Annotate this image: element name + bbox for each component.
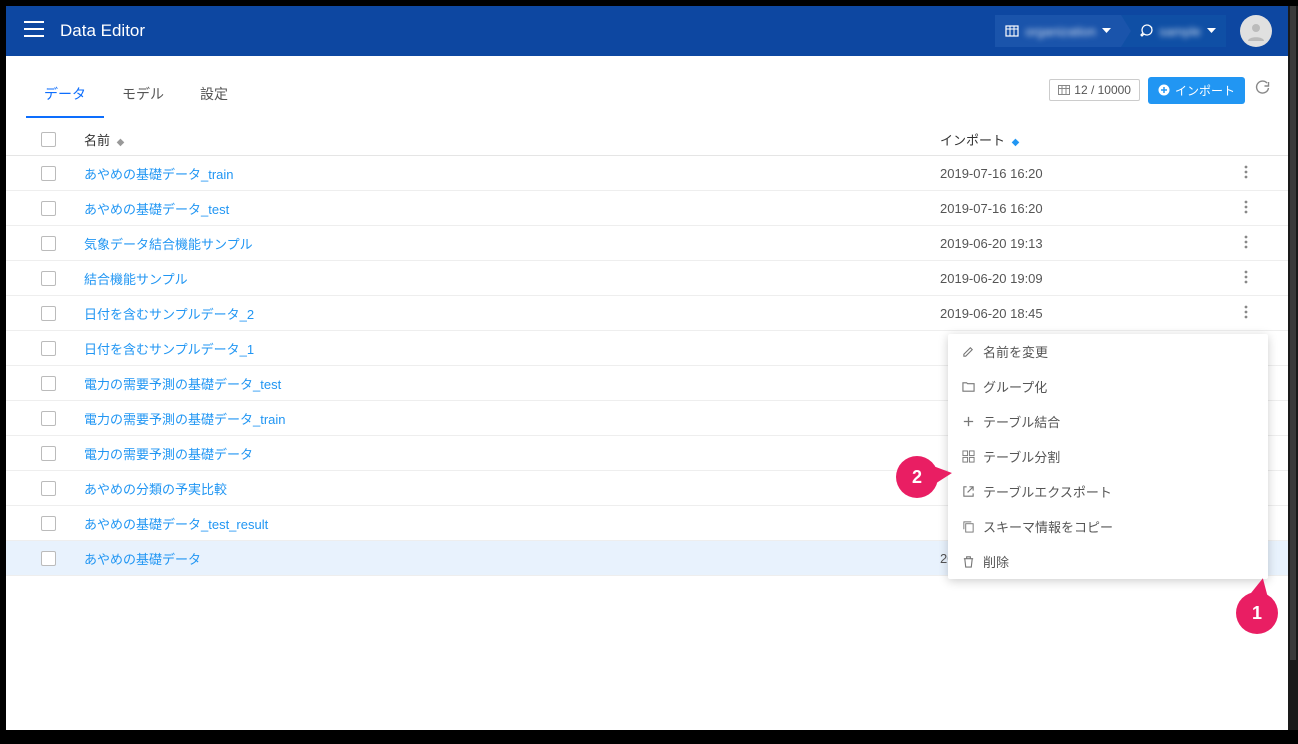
menu-item-folder[interactable]: グループ化: [948, 369, 1268, 404]
select-all-checkbox[interactable]: [41, 132, 56, 147]
row-context-menu: 名前を変更グループ化テーブル結合テーブル分割テーブルエクスポートスキーマ情報をコ…: [948, 334, 1268, 579]
row-checkbox[interactable]: [41, 411, 56, 426]
row-checkbox[interactable]: [41, 446, 56, 461]
row-more-icon[interactable]: [1240, 303, 1252, 326]
row-checkbox[interactable]: [41, 201, 56, 216]
row-checkbox[interactable]: [41, 306, 56, 321]
row-checkbox[interactable]: [41, 481, 56, 496]
user-avatar[interactable]: [1240, 15, 1272, 47]
row-name-link[interactable]: あやめの基礎データ_train: [84, 167, 234, 182]
row-import-date: 2019-06-20 19:13: [940, 236, 1240, 251]
menu-item-plus[interactable]: テーブル結合: [948, 404, 1268, 439]
row-name-link[interactable]: 結合機能サンプル: [84, 272, 188, 287]
page-title: Data Editor: [60, 21, 145, 41]
row-checkbox[interactable]: [41, 516, 56, 531]
row-checkbox[interactable]: [41, 341, 56, 356]
import-button[interactable]: インポート: [1148, 77, 1245, 104]
menu-item-grid[interactable]: テーブル分割: [948, 439, 1268, 474]
sort-icon: ◆: [1012, 137, 1020, 148]
org-selector[interactable]: organization: [995, 15, 1121, 47]
row-name-link[interactable]: 日付を含むサンプルデータ_2: [84, 307, 254, 322]
table-row: あやめの基礎データ_train 2019-07-16 16:20: [6, 156, 1290, 191]
row-checkbox[interactable]: [41, 271, 56, 286]
project-selector: organization sample: [995, 15, 1226, 47]
sort-icon: ◆: [117, 137, 125, 148]
row-more-icon[interactable]: [1240, 198, 1252, 221]
annotation-1: 1: [1236, 592, 1278, 634]
row-import-date: 2019-07-16 16:20: [940, 166, 1240, 181]
table-header: 名前 ◆ インポート ◆: [6, 124, 1290, 156]
row-checkbox[interactable]: [41, 236, 56, 251]
menu-item-external[interactable]: テーブルエクスポート: [948, 474, 1268, 509]
row-name-link[interactable]: あやめの基礎データ: [84, 552, 201, 567]
menu-item-copy[interactable]: スキーマ情報をコピー: [948, 509, 1268, 544]
tab-1[interactable]: モデル: [104, 62, 182, 118]
row-more-icon[interactable]: [1240, 163, 1252, 186]
row-name-link[interactable]: 電力の需要予測の基礎データ_train: [84, 412, 286, 427]
row-checkbox[interactable]: [41, 551, 56, 566]
row-name-link[interactable]: 電力の需要予測の基礎データ_test: [84, 377, 281, 392]
row-import-date: 2019-06-20 18:45: [940, 306, 1240, 321]
row-name-link[interactable]: 電力の需要予測の基礎データ: [84, 447, 253, 462]
row-import-date: 2019-07-16 16:20: [940, 201, 1240, 216]
col-header-name[interactable]: 名前 ◆: [70, 130, 940, 149]
table-row: 気象データ結合機能サンプル 2019-06-20 19:13: [6, 226, 1290, 261]
plus-circle-icon: [1158, 84, 1170, 96]
toolbar: データモデル設定 12 / 10000 インポート: [6, 56, 1290, 124]
row-name-link[interactable]: 気象データ結合機能サンプル: [84, 237, 253, 252]
row-import-date: 2019-06-20 19:09: [940, 271, 1240, 286]
refresh-icon[interactable]: [1255, 80, 1270, 100]
row-more-icon[interactable]: [1240, 268, 1252, 291]
row-name-link[interactable]: あやめの分類の予実比較: [84, 482, 227, 497]
chevron-down-icon: [1207, 28, 1216, 34]
menu-icon[interactable]: [24, 21, 44, 42]
chevron-down-icon: [1102, 28, 1111, 34]
row-name-link[interactable]: あやめの基礎データ_test_result: [84, 517, 268, 532]
table-row: 結合機能サンプル 2019-06-20 19:09: [6, 261, 1290, 296]
menu-item-trash[interactable]: 削除: [948, 544, 1268, 579]
row-name-link[interactable]: あやめの基礎データ_test: [84, 202, 229, 217]
tab-bar: データモデル設定: [26, 62, 246, 118]
row-checkbox[interactable]: [41, 166, 56, 181]
tab-2[interactable]: 設定: [182, 62, 246, 118]
annotation-2: 2: [896, 456, 938, 498]
menu-item-edit[interactable]: 名前を変更: [948, 334, 1268, 369]
project-dropdown[interactable]: sample: [1121, 15, 1226, 47]
table-row: あやめの基礎データ_test 2019-07-16 16:20: [6, 191, 1290, 226]
table-row: 日付を含むサンプルデータ_2 2019-06-20 18:45: [6, 296, 1290, 331]
col-header-import[interactable]: インポート ◆: [940, 130, 1240, 149]
row-checkbox[interactable]: [41, 376, 56, 391]
row-count-badge: 12 / 10000: [1049, 79, 1140, 101]
row-name-link[interactable]: 日付を含むサンプルデータ_1: [84, 342, 254, 357]
row-more-icon[interactable]: [1240, 233, 1252, 256]
vertical-scrollbar[interactable]: [1290, 6, 1296, 660]
app-header: Data Editor organization sample: [6, 6, 1290, 56]
tab-0[interactable]: データ: [26, 62, 104, 118]
